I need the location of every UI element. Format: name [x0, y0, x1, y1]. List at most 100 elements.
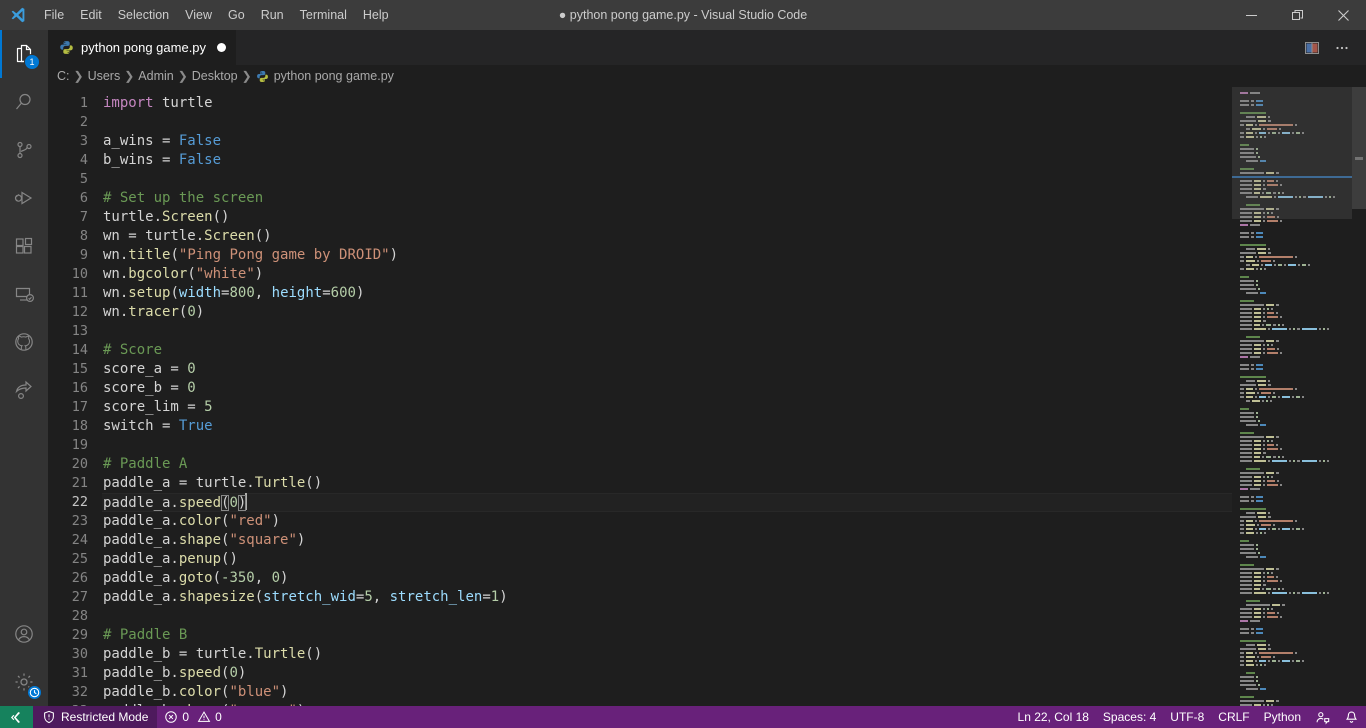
close-button[interactable] [1320, 0, 1366, 30]
sidebar-item-search[interactable] [0, 78, 48, 126]
sidebar-item-live-share[interactable] [0, 366, 48, 414]
problems-button[interactable]: 0 0 [157, 706, 228, 728]
minimap-line [1238, 532, 1348, 535]
sidebar-item-run-and-debug[interactable] [0, 174, 48, 222]
minimap-token [1261, 456, 1264, 458]
code-line[interactable]: 27 paddle_a.shapesize(stretch_wid = 5, stre… [48, 588, 1232, 607]
menu-item-run[interactable]: Run [253, 4, 292, 26]
code-line[interactable]: 20 # Paddle A [48, 455, 1232, 474]
minimize-button[interactable] [1228, 0, 1274, 30]
minimap-token [1254, 444, 1261, 446]
breadcrumb-item-desktop[interactable]: Desktop [192, 69, 238, 83]
more-actions-button[interactable] [1328, 34, 1356, 62]
code-line[interactable]: 19 [48, 436, 1232, 455]
minimap-token [1266, 472, 1275, 474]
code-line[interactable]: 25 paddle_a.penup() [48, 550, 1232, 569]
code-line[interactable]: 15 score_a = 0 [48, 360, 1232, 379]
code-line[interactable]: 23 paddle_a.color("red") [48, 512, 1232, 531]
menu-item-help[interactable]: Help [355, 4, 397, 26]
code-line[interactable]: 14 # Score [48, 341, 1232, 360]
minimap-line [1238, 680, 1348, 683]
code-line[interactable]: 1 import turtle [48, 94, 1232, 113]
minimap-slider[interactable] [1232, 87, 1352, 219]
code-line[interactable]: 16 score_b = 0 [48, 379, 1232, 398]
code-line[interactable]: 9 wn.title("Ping Pong game by DROID") [48, 246, 1232, 265]
split-editor-right-button[interactable] [1298, 34, 1326, 62]
code-line[interactable]: 13 [48, 322, 1232, 341]
minimap-token [1282, 396, 1291, 398]
editor-position-button[interactable]: Ln 22, Col 18 [1011, 706, 1096, 728]
minimap[interactable] [1232, 87, 1352, 706]
feedback-button[interactable] [1308, 706, 1337, 728]
code-line[interactable]: 28 [48, 607, 1232, 626]
code-line[interactable]: 24 paddle_a.shape("square") [48, 531, 1232, 550]
code-line[interactable]: 30 paddle_b = turtle.Turtle() [48, 645, 1232, 664]
code-line[interactable]: 2 [48, 113, 1232, 132]
code-token: True [178, 418, 213, 434]
minimap-token [1240, 592, 1253, 594]
editor-indentation-button[interactable]: Spaces: 4 [1096, 706, 1163, 728]
code-line[interactable]: 4 b_wins = False [48, 151, 1232, 170]
sidebar-item-github[interactable] [0, 318, 48, 366]
notifications-bell-button[interactable] [1337, 706, 1366, 728]
code-line[interactable]: 10 wn.bgcolor("white") [48, 265, 1232, 284]
scrollbar-slider[interactable] [1352, 87, 1366, 209]
minimap-token [1262, 704, 1265, 706]
menu-item-edit[interactable]: Edit [72, 4, 110, 26]
code-line[interactable]: 21 paddle_a = turtle.Turtle() [48, 474, 1232, 493]
code-line[interactable]: 18 switch = True [48, 417, 1232, 436]
line-number: 18 [71, 418, 88, 434]
minimap-token [1240, 488, 1249, 490]
code-line[interactable]: 3 a_wins = False [48, 132, 1232, 151]
code-token: ) [297, 703, 305, 706]
warning-count: 0 [215, 710, 222, 724]
line-content: wn = turtle.Screen() [102, 227, 1232, 246]
sidebar-item-extensions[interactable] [0, 222, 48, 270]
code-token: stretch_len [389, 589, 483, 605]
minimap-token [1276, 480, 1279, 482]
accounts-button[interactable] [0, 610, 48, 658]
code-line[interactable]: 29 # Paddle B [48, 626, 1232, 645]
code-line[interactable]: 22 paddle_a.speed(0) [48, 493, 1232, 512]
tab-python-pong-game[interactable]: python pong game.py [48, 30, 238, 65]
minimap-token [1254, 460, 1267, 462]
tab-dirty-indicator[interactable] [217, 43, 227, 52]
menu-item-selection[interactable]: Selection [110, 4, 177, 26]
code-editor[interactable]: 1 import turtle 2 3 a_wins = False 4 b_wins = … [48, 87, 1232, 706]
editor-vertical-scrollbar[interactable] [1352, 87, 1366, 706]
code-line[interactable]: 11 wn.setup(width=800, height=600) [48, 284, 1232, 303]
remote-indicator-button[interactable] [0, 706, 33, 728]
code-line[interactable]: 31 paddle_b.speed(0) [48, 664, 1232, 683]
manage-settings-button[interactable] [0, 658, 48, 706]
sidebar-item-remote-explorer[interactable] [0, 270, 48, 318]
breadcrumb-item-drive[interactable]: C: [57, 69, 70, 83]
code-line[interactable]: 5 [48, 170, 1232, 189]
code-line[interactable]: 17 score_lim = 5 [48, 398, 1232, 417]
minimap-line [1238, 464, 1348, 467]
sidebar-item-source-control[interactable] [0, 126, 48, 174]
breadcrumb-file-label: python pong game.py [273, 69, 394, 83]
code-line[interactable]: 6 # Set up the screen [48, 189, 1232, 208]
code-line[interactable]: 7 turtle.Screen() [48, 208, 1232, 227]
breadcrumb-item-admin[interactable]: Admin [138, 69, 173, 83]
breadcrumb-item-file[interactable]: python pong game.py [256, 69, 394, 83]
sidebar-item-explorer[interactable]: 1 [0, 30, 48, 78]
code-line[interactable]: 26 paddle_a.goto(-350, 0) [48, 569, 1232, 588]
code-line[interactable]: 33paddle_b.shape("square") [48, 702, 1232, 706]
minimap-token [1240, 520, 1245, 522]
menu-item-go[interactable]: Go [220, 4, 253, 26]
menu-item-terminal[interactable]: Terminal [292, 4, 355, 26]
code-line[interactable]: 8 wn = turtle.Screen() [48, 227, 1232, 246]
editor-encoding-button[interactable]: UTF-8 [1163, 706, 1211, 728]
menu-item-file[interactable]: File [36, 4, 72, 26]
code-token: paddle_a. [103, 495, 179, 511]
editor-eol-button[interactable]: CRLF [1211, 706, 1256, 728]
workspace-trust-button[interactable]: Restricted Mode [33, 706, 158, 728]
code-line[interactable]: 12 wn.tracer(0) [48, 303, 1232, 322]
minimap-token [1256, 268, 1259, 270]
code-line[interactable]: 32 paddle_b.color("blue") [48, 683, 1232, 702]
breadcrumb-item-users[interactable]: Users [88, 69, 121, 83]
maximize-restore-button[interactable] [1274, 0, 1320, 30]
editor-language-button[interactable]: Python [1257, 706, 1308, 728]
menu-item-view[interactable]: View [177, 4, 220, 26]
